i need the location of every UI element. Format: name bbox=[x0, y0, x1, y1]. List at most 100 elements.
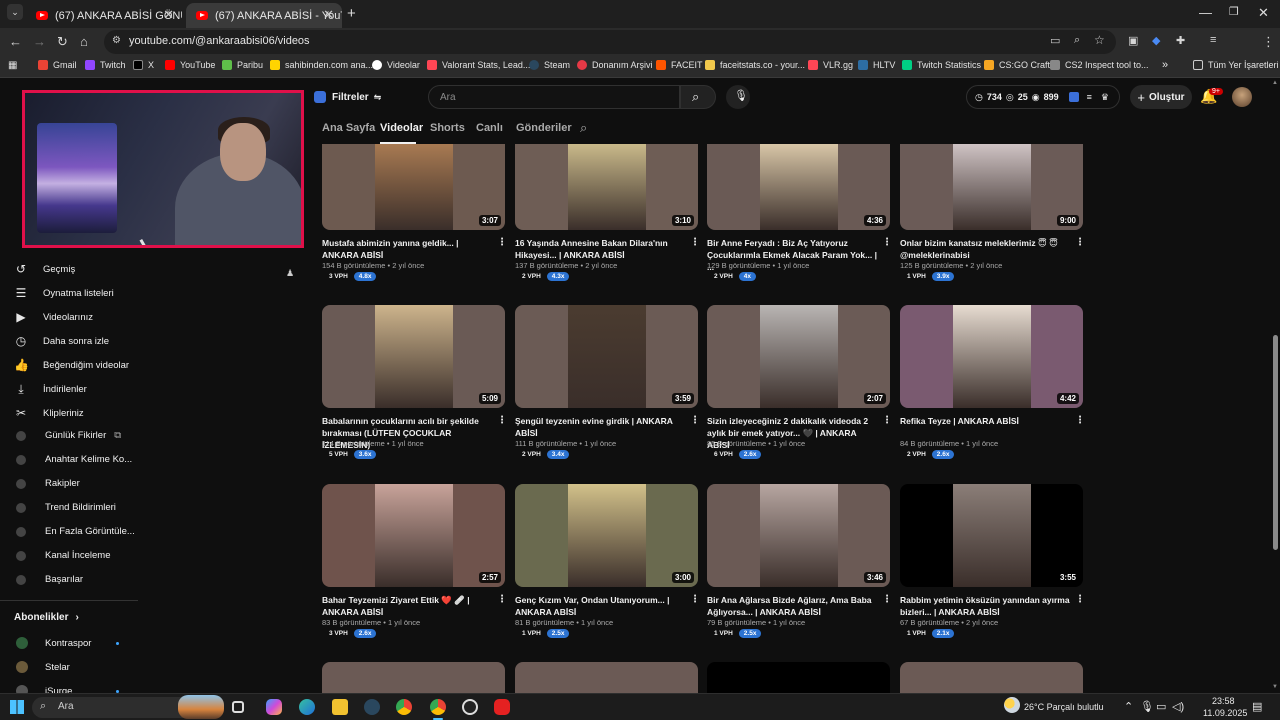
search-button[interactable]: ⌕ bbox=[680, 85, 716, 109]
video-thumbnail[interactable]: 3:10 bbox=[515, 144, 698, 230]
tab-live[interactable]: Canlı bbox=[476, 122, 503, 134]
edge-icon[interactable] bbox=[299, 699, 315, 715]
video-title[interactable]: Refika Teyze | ANKARA ABİSİ bbox=[900, 415, 1070, 427]
sidebar-item-watch-later[interactable]: ◷ Daha sonra izle bbox=[14, 334, 109, 348]
tray-date[interactable]: 11.09.2025 bbox=[1203, 708, 1247, 718]
sidebar-item-competitors[interactable]: Rakipler bbox=[14, 478, 80, 489]
bookmark-donanim[interactable]: Donanım Arşivi bbox=[577, 60, 653, 70]
video-thumbnail[interactable]: 3:00 bbox=[515, 484, 698, 587]
video-menu-icon[interactable]: ⋮ bbox=[690, 415, 700, 426]
video-title[interactable]: Rabbim yetimin öksüzün yanından ayırma b… bbox=[900, 594, 1070, 618]
video-thumbnail[interactable] bbox=[322, 662, 505, 693]
video-title[interactable]: Şengül teyzenin evine girdik | ANKARA AB… bbox=[515, 415, 685, 439]
recording-app-icon[interactable] bbox=[494, 699, 510, 715]
bookmark-star-icon[interactable]: ☆ bbox=[1094, 33, 1105, 47]
sidebar-item-most-viewed[interactable]: En Fazla Görüntüle... bbox=[14, 526, 135, 537]
bookmark-faceitstats[interactable]: faceitstats.co - your... bbox=[705, 60, 805, 70]
video-title[interactable]: Bir Ana Ağlarsa Bizde Ağlarız, Ama Baba … bbox=[707, 594, 877, 618]
video-thumbnail[interactable]: 4:42 bbox=[900, 305, 1083, 408]
video-thumbnail[interactable]: 3:46 bbox=[707, 484, 890, 587]
account-avatar[interactable] bbox=[1232, 87, 1252, 107]
volume-icon[interactable]: ◁) bbox=[1172, 700, 1184, 713]
site-info-icon[interactable]: ⚙ bbox=[112, 35, 121, 46]
tray-time[interactable]: 23:58 bbox=[1212, 696, 1235, 706]
video-menu-icon[interactable]: ⋮ bbox=[882, 237, 892, 248]
bookmark-faceit[interactable]: FACEIT bbox=[656, 60, 703, 70]
sidebar-item-liked-videos[interactable]: 👍 Beğendiğim videolar bbox=[14, 358, 129, 372]
obs-icon[interactable] bbox=[462, 699, 478, 715]
extensions-puzzle-icon[interactable]: ✚ bbox=[1176, 34, 1185, 47]
bookmark-x[interactable]: X bbox=[133, 60, 154, 70]
tab-home[interactable]: Ana Sayfa bbox=[322, 122, 375, 134]
sidebar-item-clips[interactable]: ✂ Klipleriniz bbox=[14, 406, 84, 420]
video-thumbnail[interactable]: 4:36 bbox=[707, 144, 890, 230]
extension-icon[interactable]: ▣ bbox=[1128, 34, 1138, 47]
video-thumbnail[interactable]: 3:59 bbox=[515, 305, 698, 408]
video-thumbnail[interactable]: 3:07 bbox=[322, 144, 505, 230]
back-icon[interactable]: ← bbox=[9, 34, 22, 49]
sidebar-item-keywords[interactable]: Anahtar Kelime Ko... bbox=[14, 454, 132, 465]
sidebar-item-achievements[interactable]: Başarılar bbox=[14, 574, 83, 585]
video-menu-icon[interactable]: ⋮ bbox=[1075, 415, 1085, 426]
windows-start-icon[interactable] bbox=[10, 700, 24, 714]
tab-videos[interactable]: Videolar bbox=[380, 122, 423, 134]
video-menu-icon[interactable]: ⋮ bbox=[882, 415, 892, 426]
video-thumbnail[interactable] bbox=[515, 662, 698, 693]
all-bookmarks-folder[interactable]: Tüm Yer İşaretleri bbox=[1193, 60, 1279, 70]
video-menu-icon[interactable]: ⋮ bbox=[882, 594, 892, 605]
bookmark-csgocraft[interactable]: CS:GO Craft bbox=[984, 60, 1050, 70]
video-menu-icon[interactable]: ⋮ bbox=[497, 237, 507, 248]
weather-text[interactable]: 26°C Parçalı bulutlu bbox=[1024, 702, 1104, 712]
bookmark-paribu[interactable]: Paribu bbox=[222, 60, 263, 70]
video-thumbnail[interactable] bbox=[707, 662, 890, 693]
scroll-down-arrow-icon[interactable]: ▼ bbox=[1272, 684, 1278, 690]
minimize-icon[interactable]: — bbox=[1199, 5, 1212, 20]
scroll-up-arrow-icon[interactable]: ▲ bbox=[1272, 80, 1278, 86]
bookmark-youtube[interactable]: YouTube bbox=[165, 60, 215, 70]
video-thumbnail[interactable] bbox=[900, 662, 1083, 693]
address-bar[interactable]: ⚙ youtube.com/@ankaraabisi06/videos ▭ ⌕ … bbox=[104, 30, 1116, 54]
sidebar-item-channel-audit[interactable]: Kanal İnceleme bbox=[14, 550, 110, 561]
new-tab-button[interactable]: + bbox=[347, 5, 356, 22]
scrollbar-thumb[interactable] bbox=[1273, 335, 1278, 550]
bookmark-cs2inspect[interactable]: CS2 Inspect tool to... bbox=[1050, 60, 1149, 70]
bookmark-gmail[interactable]: Gmail bbox=[38, 60, 77, 70]
more-menu-icon[interactable]: ⋮ bbox=[1262, 34, 1275, 50]
sidebar-item-playlists[interactable]: ☰ Oynatma listeleri bbox=[14, 286, 114, 300]
bookmarks-overflow-button[interactable]: » bbox=[1162, 59, 1168, 71]
chrome-icon[interactable] bbox=[396, 699, 412, 715]
video-title[interactable]: 16 Yaşında Annesine Bakan Dilara'nın Hik… bbox=[515, 237, 685, 261]
browser-tab-1[interactable]: (67) ANKARA ABİSİ GÖNÜL ZİY... ✕ bbox=[26, 3, 182, 28]
bookmark-videolar[interactable]: Videolar bbox=[372, 60, 420, 70]
video-title[interactable]: Bahar Teyzemizi Ziyaret Ettik ❤️ 🩹 | ANK… bbox=[322, 594, 492, 618]
video-title[interactable]: Mustafa abimizin yanına geldik... | ANKA… bbox=[322, 237, 492, 261]
bookmark-valorant[interactable]: Valorant Stats, Lead... bbox=[427, 60, 530, 70]
home-icon[interactable]: ⌂ bbox=[80, 34, 88, 49]
task-view-icon[interactable] bbox=[232, 701, 244, 713]
tray-chevron-up-icon[interactable]: ⌃ bbox=[1124, 700, 1133, 713]
bookmark-hltv[interactable]: HLTV bbox=[858, 60, 895, 70]
sidebar-item-downloads[interactable]: ⤓ İndirilenler bbox=[14, 382, 86, 397]
restore-icon[interactable]: ❐ bbox=[1229, 5, 1239, 18]
voice-search-button[interactable]: 🎙 bbox=[726, 85, 750, 109]
video-thumbnail[interactable]: 3:55 bbox=[900, 484, 1083, 587]
network-icon[interactable]: ▭ bbox=[1156, 700, 1166, 713]
channel-search-icon[interactable]: ⌕ bbox=[580, 120, 587, 136]
tab-shorts[interactable]: Shorts bbox=[430, 122, 465, 134]
video-menu-icon[interactable]: ⋮ bbox=[1075, 237, 1085, 248]
video-thumbnail[interactable]: 5:09 bbox=[322, 305, 505, 408]
video-title[interactable]: Onlar bizim kanatsız meleklerimiz 😇 😇 @m… bbox=[900, 237, 1070, 261]
close-tab-icon[interactable]: ✕ bbox=[323, 7, 334, 23]
chrome-profile-icon-active[interactable] bbox=[430, 699, 446, 715]
close-window-icon[interactable]: ✕ bbox=[1258, 5, 1269, 21]
create-button[interactable]: + Oluştur bbox=[1130, 85, 1192, 109]
reading-list-icon[interactable]: ≡ bbox=[1210, 34, 1216, 46]
video-menu-icon[interactable]: ⋮ bbox=[690, 594, 700, 605]
file-explorer-icon[interactable] bbox=[332, 699, 348, 715]
tab-posts[interactable]: Gönderiler bbox=[516, 122, 572, 134]
microphone-tray-icon[interactable]: 🎙 bbox=[1140, 700, 1154, 713]
subscription-stelar[interactable]: Stelar bbox=[14, 661, 70, 673]
bookmark-twitch[interactable]: Twitch bbox=[85, 60, 126, 70]
vidiq-stats-pill[interactable]: ◷ 734 ◎ 25 ◉ 899 ≡ ♛ bbox=[966, 85, 1120, 109]
video-menu-icon[interactable]: ⋮ bbox=[497, 415, 507, 426]
